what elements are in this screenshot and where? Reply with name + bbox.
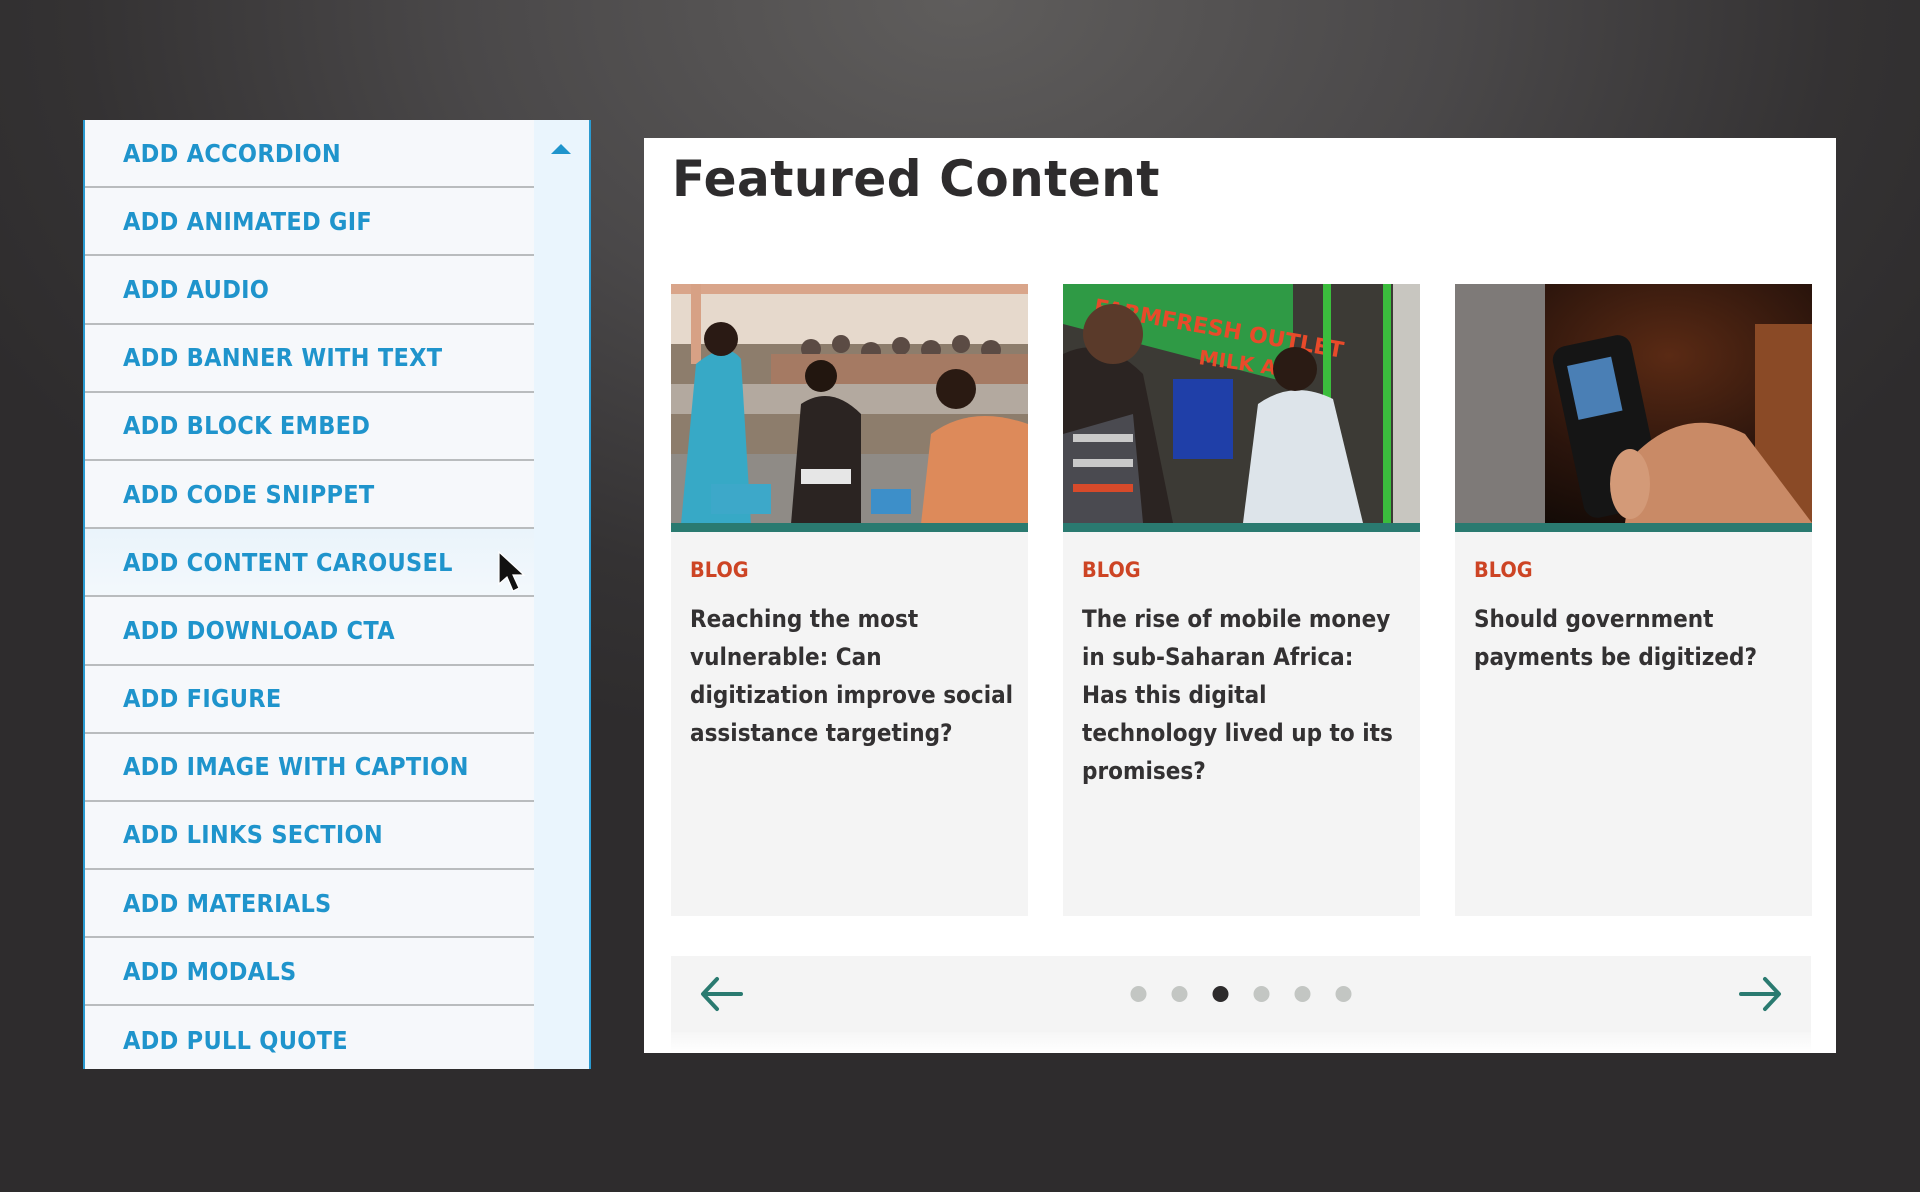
card-type-label: BLOG [690, 558, 749, 582]
menu-item-label: ADD BANNER WITH TEXT [123, 343, 443, 373]
triangle-up-icon[interactable] [551, 144, 571, 154]
carousel-dot-1[interactable] [1130, 986, 1147, 1002]
menu-item-add-audio[interactable]: ADD AUDIO [85, 256, 536, 325]
menu-item-label: ADD AUDIO [123, 274, 270, 304]
menu-item-add-code-snippet[interactable]: ADD CODE SNIPPET [85, 460, 536, 530]
card-type-label: BLOG [1474, 558, 1533, 582]
carousel-dot-4[interactable] [1253, 986, 1270, 1002]
menu-item-label: ADD ANIMATED GIF [123, 206, 373, 236]
menu-item-label: ADD CODE SNIPPET [123, 479, 375, 509]
component-menu: ADD ACCORDION ADD ANIMATED GIF ADD AUDIO… [83, 120, 591, 1069]
carousel-prev-button[interactable] [699, 974, 743, 1014]
menu-item-add-banner-with-text[interactable]: ADD BANNER WITH TEXT [85, 324, 536, 393]
card-title[interactable]: The rise of mobile money in sub-Saharan … [1082, 600, 1406, 790]
carousel-nav [671, 956, 1811, 1032]
card-type-label: BLOG [1082, 558, 1141, 582]
menu-item-label: ADD MODALS [123, 956, 297, 986]
menu-item-label: ADD FIGURE [123, 684, 282, 714]
card-title[interactable]: Reaching the most vulnerable: Can digiti… [690, 600, 1014, 752]
carousel-next-button[interactable] [1739, 974, 1783, 1014]
menu-item-add-animated-gif[interactable]: ADD ANIMATED GIF [85, 188, 536, 257]
card-accent-bar [671, 523, 1028, 532]
hand-holding-phone-photo [1455, 284, 1812, 523]
menu-item-label: ADD MATERIALS [123, 888, 332, 918]
carousel-pagination [1130, 986, 1352, 1002]
menu-item-label: ADD IMAGE WITH CAPTION [123, 752, 469, 782]
carousel-dot-5[interactable] [1294, 986, 1311, 1002]
menu-item-label: ADD BLOCK EMBED [123, 411, 371, 441]
menu-item-label: ADD CONTENT CAROUSEL [123, 547, 453, 577]
menu-item-add-download-cta[interactable]: ADD DOWNLOAD CTA [85, 597, 536, 666]
menu-item-label: ADD DOWNLOAD CTA [123, 615, 395, 645]
carousel-dot-3-active[interactable] [1212, 986, 1229, 1002]
featured-content-panel: Featured Content BLOG Reaching the most … [644, 138, 1836, 1053]
menu-item-label: ADD LINKS SECTION [123, 820, 383, 850]
menu-item-add-links-section[interactable]: ADD LINKS SECTION [85, 801, 536, 871]
menu-item-add-content-carousel[interactable]: ADD CONTENT CAROUSEL [85, 529, 536, 598]
menu-scrollbar[interactable] [534, 120, 589, 1069]
menu-item-add-block-embed[interactable]: ADD BLOCK EMBED [85, 392, 536, 461]
menu-item-add-modals[interactable]: ADD MODALS [85, 938, 536, 1007]
menu-item-add-accordion[interactable]: ADD ACCORDION [85, 120, 536, 189]
arrow-right-icon [1739, 977, 1781, 1011]
people-at-table-photo [671, 284, 1028, 523]
nav-shadow [671, 1032, 1811, 1053]
carousel-dot-6[interactable] [1335, 986, 1352, 1002]
content-card[interactable]: BLOG Reaching the most vulnerable: Can d… [671, 284, 1028, 916]
menu-item-label: ADD PULL QUOTE [123, 1026, 348, 1056]
menu-item-add-image-with-caption[interactable]: ADD IMAGE WITH CAPTION [85, 733, 536, 802]
menu-item-add-figure[interactable]: ADD FIGURE [85, 665, 536, 734]
card-title[interactable]: Should government payments be digitized? [1474, 600, 1798, 676]
menu-item-label: ADD ACCORDION [123, 138, 342, 168]
milk-atm-photo: FARMFRESH OUTLET MILK ATM [1063, 284, 1420, 523]
carousel-dot-2[interactable] [1171, 986, 1188, 1002]
content-card[interactable]: FARMFRESH OUTLET MILK ATM BLOG The rise … [1063, 284, 1420, 916]
card-accent-bar [1063, 523, 1420, 532]
content-card[interactable]: BLOG Should government payments be digit… [1455, 284, 1812, 916]
menu-item-add-pull-quote[interactable]: ADD PULL QUOTE [85, 1006, 536, 1069]
arrow-left-icon [701, 977, 743, 1011]
menu-item-add-materials[interactable]: ADD MATERIALS [85, 870, 536, 939]
component-menu-list: ADD ACCORDION ADD ANIMATED GIF ADD AUDIO… [85, 120, 536, 1069]
page-title: Featured Content [672, 150, 1160, 208]
card-accent-bar [1455, 523, 1812, 532]
